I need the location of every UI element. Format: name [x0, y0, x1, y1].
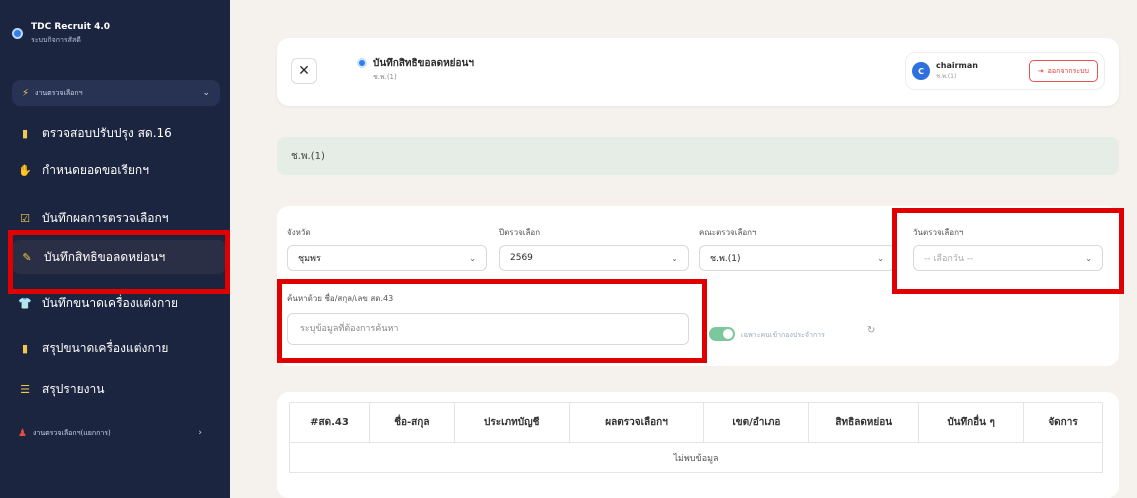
results-panel: #สด.43 ชื่อ-สกุล ประเภทบัญชี ผลตรวจเลือก… [277, 392, 1119, 498]
highlight-frame [277, 279, 707, 363]
chevron-down-icon: ⌄ [469, 253, 476, 263]
province-value: ชุมพร [298, 254, 321, 264]
group-icon: ♟ [18, 427, 27, 439]
sidebar-item-label: ตรวจสอบปรับปรุง สด.16 [42, 125, 172, 140]
brand-title: TDC Recruit 4.0 [31, 22, 111, 32]
unit-label: ช.พ.(1) [291, 150, 325, 162]
committee-value: ช.พ.(1) [710, 254, 741, 264]
chevron-right-icon: › [198, 428, 202, 438]
sidebar-group-recruit[interactable]: ⚡ งานตรวจเลือกฯ ⌄ [12, 80, 220, 106]
page-header: ✕ บันทึกสิทธิขอลดหย่อนฯ ช.พ.(1) C chairm… [277, 38, 1119, 106]
sidebar-group-label: งานตรวจเลือกฯ [35, 88, 83, 97]
col-account-type: ประเภทบัญชี [453, 402, 570, 443]
col-notes: บันทึกอื่น ๆ [918, 402, 1025, 443]
brand: TDC Recruit 4.0 ระบบกิจการสัสดี [12, 22, 110, 46]
active-duty-toggle[interactable] [709, 327, 735, 341]
province-select[interactable]: ชุมพร ⌄ [287, 245, 487, 271]
col-sd43: #สด.43 [289, 402, 370, 443]
results-table: #สด.43 ชื่อ-สกุล ประเภทบัญชี ผลตรวจเลือก… [289, 402, 1103, 473]
sidebar-item-label: สรุปรายงาน [42, 381, 105, 396]
logout-label: ออกจากระบบ [1047, 66, 1089, 75]
sidebar-item-label: บันทึกขนาดเครื่องแต่งกาย [42, 295, 178, 310]
check-icon: ☑ [20, 211, 30, 225]
sidebar-item-report[interactable]: ☰ สรุปรายงาน [18, 376, 218, 402]
col-result: ผลตรวจเลือกฯ [568, 402, 705, 443]
hand-icon: ✋ [18, 163, 32, 177]
chevron-down-icon: ⌄ [877, 253, 884, 263]
shirt-icon: 👕 [18, 296, 32, 310]
sidebar-item-label: สรุปขนาดเครื่องแต่งกาย [42, 340, 169, 355]
sidebar-item-label: บันทึกผลการตรวจเลือกฯ [42, 210, 169, 225]
sidebar-group-recruit-separate[interactable]: ♟ งานตรวจเลือกฯ(แยกการ) › [12, 422, 220, 444]
user-name: chairman [936, 61, 978, 70]
user-role: ช.พ.(1) [936, 73, 957, 80]
avatar: C [912, 62, 930, 80]
close-button[interactable]: ✕ [291, 58, 317, 84]
sidebar-item-quota[interactable]: ✋ กำหนดยอดขอเรียกฯ [18, 157, 218, 183]
logout-icon: ⇥ [1037, 67, 1044, 75]
refresh-icon[interactable]: ↻ [867, 325, 875, 336]
user-box: C chairman ช.พ.(1) ⇥ ออกจากระบบ [905, 52, 1105, 90]
chart-icon: ☰ [20, 382, 30, 396]
brand-subtitle: ระบบกิจการสัสดี [31, 36, 81, 44]
page-subtitle: ช.พ.(1) [373, 73, 397, 81]
chevron-down-icon: ⌄ [202, 88, 210, 98]
sidebar-item-sd16[interactable]: ▮ ตรวจสอบปรับปรุง สด.16 [18, 120, 218, 146]
committee-label: คณะตรวจเลือกฯ [699, 228, 757, 237]
empty-message: ไม่พบข้อมูล [289, 442, 1103, 473]
file-icon: ▮ [21, 341, 29, 355]
sidebar-item-label: กำหนดยอดขอเรียกฯ [42, 162, 149, 177]
province-label: จังหวัด [287, 228, 311, 237]
col-name: ชื่อ-สกุล [368, 402, 455, 443]
year-select[interactable]: 2569 ⌄ [499, 245, 689, 271]
status-dot-icon [357, 58, 367, 68]
col-actions: จัดการ [1023, 402, 1103, 443]
year-value: 2569 [510, 253, 533, 263]
table-header-row: #สด.43 ชื่อ-สกุล ประเภทบัญชี ผลตรวจเลือก… [289, 402, 1103, 443]
col-deduction: สิทธิลดหย่อน [808, 402, 920, 443]
sidebar-group-label: งานตรวจเลือกฯ(แยกการ) [32, 428, 111, 437]
file-icon: ▮ [21, 126, 29, 140]
unit-band: ช.พ.(1) [277, 137, 1119, 175]
brand-logo-icon [12, 28, 23, 39]
year-label: ปีตรวจเลือก [499, 228, 541, 237]
committee-select[interactable]: ช.พ.(1) ⌄ [699, 245, 895, 271]
table-row: ไม่พบข้อมูล [289, 442, 1103, 473]
chevron-down-icon: ⌄ [671, 253, 678, 263]
highlight-frame [8, 230, 230, 294]
sidebar-item-results[interactable]: ☑ บันทึกผลการตรวจเลือกฯ [18, 205, 218, 231]
bolt-icon: ⚡ [22, 87, 30, 99]
sidebar-item-uniform-summary[interactable]: ▮ สรุปขนาดเครื่องแต่งกาย [18, 335, 218, 361]
col-district: เขต/อำเภอ [703, 402, 810, 443]
page-title: บันทึกสิทธิขอลดหย่อนฯ [373, 58, 475, 69]
logout-button[interactable]: ⇥ ออกจากระบบ [1028, 60, 1098, 82]
highlight-frame [892, 208, 1124, 294]
toggle-label: เฉพาะคนเข้ากองประจำการ [741, 331, 825, 339]
